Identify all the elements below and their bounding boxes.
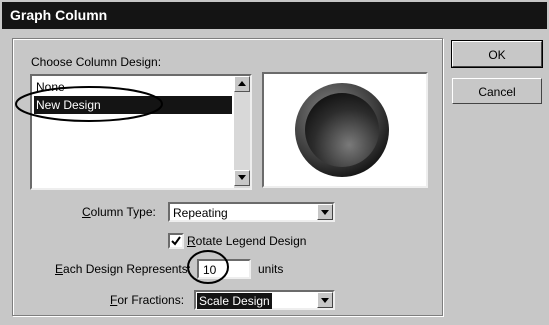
arrow-up-icon [238,81,246,86]
title-bar: Graph Column [2,2,547,29]
fractions-select[interactable]: Scale Design [194,290,335,310]
rotate-legend-checkbox[interactable] [168,233,184,249]
each-design-label: Each Design Represents: [55,262,192,276]
column-type-select[interactable]: Repeating [168,202,335,222]
graph-column-dialog: Graph Column Choose Column Design: None … [0,0,549,325]
arrow-down-icon [238,175,246,180]
rotate-legend-label: Rotate Legend Design [187,234,307,248]
dark-disc-icon [295,83,389,177]
chevron-down-icon [321,210,329,215]
annotation-ellipse [15,86,163,122]
column-type-label: Column Type: [82,205,156,219]
ok-button[interactable]: OK [451,40,543,68]
column-type-dropdown-button[interactable] [317,204,333,220]
units-label: units [258,262,284,276]
list-scrollbar[interactable] [234,76,250,188]
fractions-dropdown-button[interactable] [317,292,333,308]
cancel-button[interactable]: Cancel [452,78,542,104]
dialog-title: Graph Column [10,7,108,23]
design-preview [262,72,428,188]
chevron-down-icon [321,298,329,303]
scroll-up-button[interactable] [234,76,250,92]
annotation-circle [187,250,229,284]
group-label: Choose Column Design: [31,55,162,69]
scroll-down-button[interactable] [234,170,250,186]
checkmark-icon [171,236,181,246]
fractions-label: For Fractions: [110,293,185,307]
